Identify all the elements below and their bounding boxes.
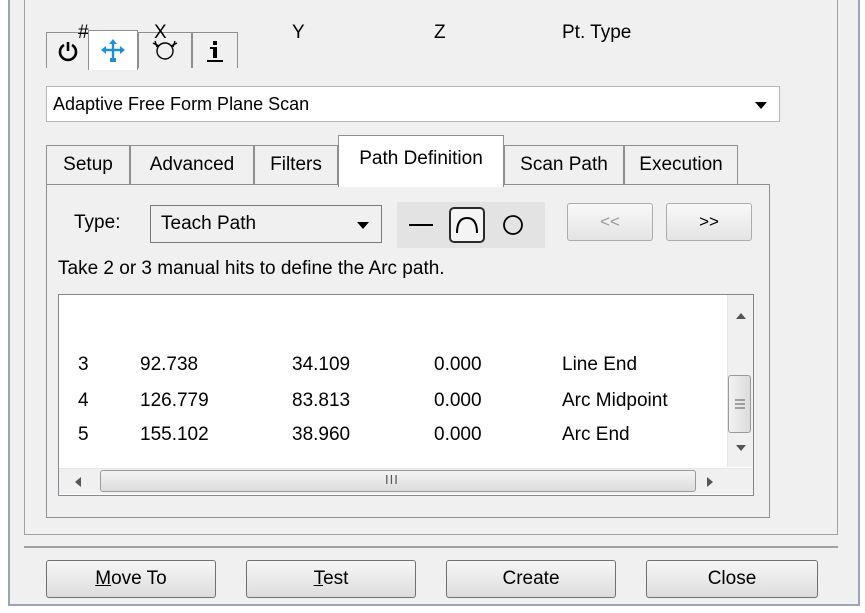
horizontal-scroll-thumb[interactable]: III <box>100 470 696 492</box>
type-label: Type: <box>74 212 121 233</box>
tab-filters[interactable]: Filters <box>254 145 338 185</box>
previous-button[interactable]: << <box>567 203 653 241</box>
cell-pt-type: Arc Midpoint <box>562 390 668 411</box>
column-header-number[interactable]: # <box>78 22 89 44</box>
move-to-mnemonic: M <box>95 568 112 589</box>
tab-setup[interactable]: Setup <box>46 145 130 185</box>
tab-info[interactable] <box>192 32 238 68</box>
table-row[interactable]: 4 126.779 83.813 0.000 Arc Midpoint <box>59 390 725 416</box>
cell-number: 3 <box>78 354 89 375</box>
column-header-pt-type[interactable]: Pt. Type <box>562 22 631 44</box>
move-to-button[interactable]: Move To <box>46 560 216 598</box>
tab-execution[interactable]: Execution <box>624 145 738 185</box>
cell-z: 0.000 <box>434 354 482 375</box>
scan-type-dropdown[interactable]: Adaptive Free Form Plane Scan <box>46 86 780 122</box>
vertical-scroll-thumb[interactable] <box>728 375 751 433</box>
scroll-left-icon[interactable] <box>75 477 81 487</box>
path-type-value: Teach Path <box>161 213 257 234</box>
circle-shape-button[interactable] <box>495 207 531 243</box>
close-button[interactable]: Close <box>646 560 818 598</box>
cell-x: 126.779 <box>140 390 209 411</box>
cell-y: 83.813 <box>292 390 351 411</box>
table-row[interactable]: 5 155.102 38.960 0.000 Arc End <box>59 424 725 450</box>
table-row[interactable]: 3 92.738 34.109 0.000 Line End <box>59 354 725 380</box>
grip-icon: III <box>385 472 399 487</box>
power-icon <box>58 41 78 61</box>
circle-icon <box>503 215 523 235</box>
next-button[interactable]: >> <box>666 203 752 241</box>
divider <box>24 546 838 548</box>
tab-path-definition[interactable]: Path Definition <box>338 135 504 187</box>
create-button[interactable]: Create <box>446 560 616 598</box>
scroll-right-icon[interactable] <box>707 477 713 487</box>
grip-icon <box>735 399 745 409</box>
cell-y: 38.960 <box>292 424 351 445</box>
cell-pt-type: Line End <box>562 354 638 375</box>
cell-x: 155.102 <box>140 424 209 445</box>
column-header-x[interactable]: X <box>154 22 167 44</box>
move-arrows-icon <box>101 38 125 62</box>
scan-type-value: Adaptive Free Form Plane Scan <box>53 94 310 114</box>
path-type-dropdown[interactable]: Teach Path <box>150 205 382 243</box>
instruction-text: Take 2 or 3 manual hits to define the Ar… <box>58 258 445 279</box>
test-label: est <box>323 568 349 589</box>
cell-pt-type: Arc End <box>562 424 630 445</box>
tab-scan-path[interactable]: Scan Path <box>504 145 624 185</box>
cell-number: 5 <box>78 424 89 445</box>
cell-z: 0.000 <box>434 424 482 445</box>
column-header-z[interactable]: Z <box>434 22 446 44</box>
tab-move[interactable] <box>88 30 138 70</box>
line-icon <box>409 224 433 226</box>
shape-selector <box>397 202 545 248</box>
chevron-down-icon <box>357 222 369 229</box>
chevron-down-icon <box>755 102 767 109</box>
arc-shape-button[interactable] <box>449 207 485 243</box>
cell-x: 92.738 <box>140 354 199 375</box>
cell-y: 34.109 <box>292 354 351 375</box>
tab-advanced[interactable]: Advanced <box>130 145 254 185</box>
arc-icon <box>456 216 478 234</box>
cell-z: 0.000 <box>434 390 482 411</box>
column-header-y[interactable]: Y <box>292 22 305 44</box>
line-shape-button[interactable] <box>403 207 439 243</box>
test-mnemonic: T <box>313 568 324 589</box>
test-button[interactable]: Test <box>246 560 416 598</box>
scroll-up-icon[interactable] <box>736 313 746 319</box>
cell-number: 4 <box>78 390 89 411</box>
move-to-label: ove To <box>111 568 167 589</box>
info-icon <box>207 40 223 62</box>
scroll-down-icon[interactable] <box>736 445 746 451</box>
